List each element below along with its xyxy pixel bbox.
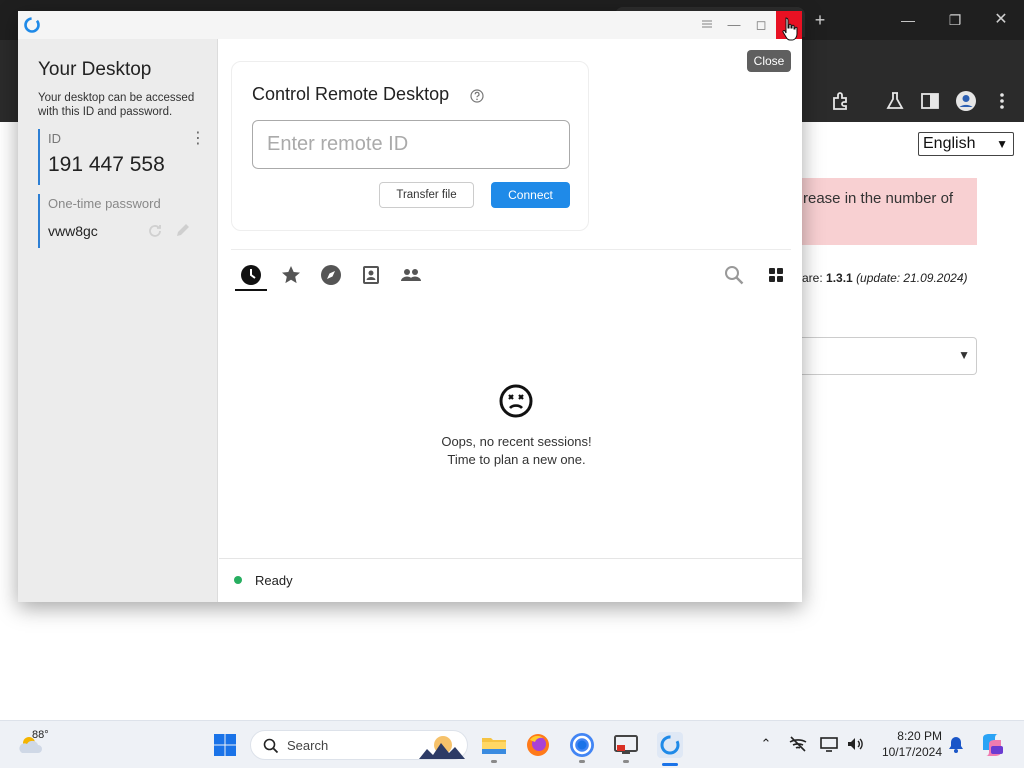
chrome-icon[interactable] bbox=[568, 731, 596, 759]
id-block: ID 191 447 558 ⋮ bbox=[38, 129, 206, 185]
browser-close-button[interactable]: ✕ bbox=[989, 8, 1013, 32]
chevron-down-icon: ▼ bbox=[996, 137, 1008, 151]
copilot-icon[interactable] bbox=[979, 732, 1005, 758]
taskbar-search[interactable]: Search bbox=[250, 730, 468, 760]
app-running-indicator bbox=[623, 760, 629, 763]
connect-button[interactable]: Connect bbox=[491, 182, 570, 208]
address-book-icon[interactable] bbox=[360, 264, 382, 286]
id-menu-icon[interactable]: ⋮ bbox=[190, 129, 206, 149]
refresh-icon[interactable] bbox=[146, 222, 164, 240]
minimize-button[interactable]: — bbox=[721, 13, 747, 37]
sidebar-description: Your desktop can be accessed with this I… bbox=[38, 92, 195, 118]
network-offline-icon[interactable] bbox=[788, 734, 808, 754]
remote-id-input[interactable] bbox=[252, 120, 570, 169]
mouse-cursor-icon bbox=[782, 17, 798, 41]
sad-face-icon bbox=[499, 384, 533, 418]
remote-desktop-icon[interactable] bbox=[612, 731, 640, 759]
windows-start-icon[interactable] bbox=[213, 733, 237, 757]
browser-minimize-button[interactable]: — bbox=[896, 8, 920, 32]
new-tab-button[interactable]: + bbox=[810, 8, 830, 32]
status-bar: Ready bbox=[219, 558, 802, 602]
page-select[interactable]: ▼ bbox=[802, 337, 977, 375]
sidebar: Your Desktop Your desktop can be accesse… bbox=[18, 39, 218, 602]
firefox-icon[interactable] bbox=[524, 731, 552, 759]
browser-menu-icon[interactable] bbox=[991, 90, 1013, 112]
close-tooltip: Close bbox=[747, 50, 791, 72]
password-value: vww8gc bbox=[48, 223, 98, 239]
extensions-icon[interactable] bbox=[829, 90, 851, 112]
search-icon[interactable] bbox=[723, 264, 745, 286]
language-select[interactable]: English ▼ bbox=[918, 132, 1014, 156]
card-title: Control Remote Desktop bbox=[252, 84, 450, 104]
title-bar: — ◻ bbox=[18, 11, 802, 39]
profile-avatar-icon[interactable] bbox=[955, 90, 977, 112]
grid-view-icon[interactable] bbox=[765, 264, 787, 286]
title-menu-button[interactable] bbox=[694, 13, 720, 37]
taskbar: 88° Search ⌃ 8:20 PM 10/17/2024 bbox=[0, 720, 1024, 768]
app-window: — ◻ Your Desktop Your desktop can be acc… bbox=[18, 11, 802, 602]
file-explorer-icon[interactable] bbox=[480, 731, 508, 759]
chevron-down-icon: ▼ bbox=[958, 348, 970, 362]
edit-icon[interactable] bbox=[174, 221, 192, 239]
alert-text: rease in the number of bbox=[803, 190, 954, 207]
hamburger-icon bbox=[702, 20, 712, 28]
app-running-indicator bbox=[579, 760, 585, 763]
app-logo-icon bbox=[24, 17, 40, 33]
compass-icon[interactable] bbox=[320, 264, 342, 286]
app-running-indicator bbox=[491, 760, 497, 763]
version-number: 1.3.1 bbox=[826, 271, 853, 285]
search-icon bbox=[263, 738, 279, 754]
display-icon[interactable] bbox=[819, 734, 839, 754]
status-text: Ready bbox=[255, 573, 293, 588]
help-icon[interactable] bbox=[470, 89, 484, 103]
rustdesk-icon[interactable] bbox=[656, 731, 684, 759]
chevron-up-icon[interactable]: ⌃ bbox=[756, 734, 776, 754]
empty-state-title: Oops, no recent sessions! bbox=[441, 434, 592, 449]
maximize-button[interactable]: ◻ bbox=[748, 13, 774, 37]
search-highlight-icon bbox=[419, 736, 465, 759]
weather-temperature: 88° bbox=[32, 729, 49, 741]
divider bbox=[231, 249, 791, 250]
active-tab-indicator bbox=[235, 289, 267, 291]
password-block: One-time password vww8gc bbox=[38, 194, 203, 248]
transfer-file-button[interactable]: Transfer file bbox=[379, 182, 474, 208]
clock-time[interactable]: 8:20 PM bbox=[880, 729, 942, 743]
side-panel-icon[interactable] bbox=[919, 90, 941, 112]
active-app-indicator bbox=[662, 763, 678, 766]
version-info: are: 1.3.1 (update: 21.09.2024) bbox=[802, 271, 968, 285]
labs-flask-icon[interactable] bbox=[884, 90, 906, 112]
connect-card: Control Remote Desktop Transfer file Con… bbox=[231, 61, 589, 231]
notification-bell-icon[interactable] bbox=[946, 734, 966, 754]
version-update-date: (update: 21.09.2024) bbox=[856, 271, 968, 285]
sidebar-title: Your Desktop bbox=[38, 59, 152, 80]
status-indicator-icon bbox=[234, 576, 242, 584]
clock-icon[interactable] bbox=[240, 264, 262, 286]
volume-icon[interactable] bbox=[845, 734, 865, 754]
password-label: One-time password bbox=[48, 196, 161, 211]
browser-restore-button[interactable]: ❐ bbox=[943, 8, 967, 32]
main-panel: Control Remote Desktop Transfer file Con… bbox=[219, 39, 802, 602]
search-label: Search bbox=[287, 738, 329, 753]
empty-state-subtitle: Time to plan a new one. bbox=[447, 452, 586, 467]
group-icon[interactable] bbox=[400, 264, 422, 286]
star-icon[interactable] bbox=[280, 264, 302, 286]
clock-date[interactable]: 10/17/2024 bbox=[870, 745, 942, 759]
id-label: ID bbox=[48, 131, 61, 146]
id-value: 191 447 558 bbox=[48, 153, 165, 176]
alert-banner: rease in the number of bbox=[802, 178, 977, 245]
